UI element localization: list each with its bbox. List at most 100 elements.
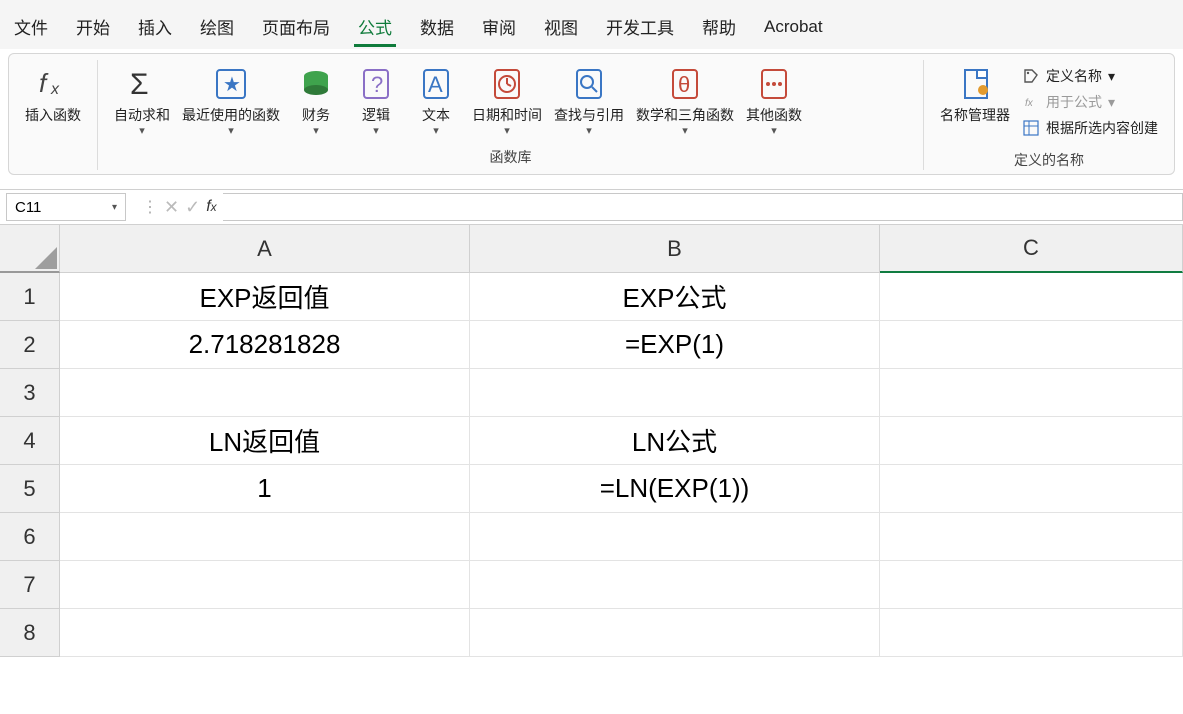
cell-C3[interactable] — [880, 369, 1183, 417]
text-icon: A — [416, 64, 456, 104]
mathtrig-button[interactable]: θ 数学和三角函数 ▾ — [630, 62, 740, 139]
cell-A7[interactable] — [60, 561, 470, 609]
menu-devtools[interactable]: 开发工具 — [592, 8, 688, 45]
chevron-down-icon: ▾ — [112, 202, 117, 213]
menu-home[interactable]: 开始 — [62, 8, 124, 45]
cell-A3[interactable] — [60, 369, 470, 417]
menu-review[interactable]: 审阅 — [468, 8, 530, 45]
text-button[interactable]: A 文本 ▾ — [406, 62, 466, 139]
autosum-label: 自动求和 — [114, 106, 170, 124]
create-from-selection-label: 根据所选内容创建 — [1046, 118, 1158, 138]
cell-B4[interactable]: LN公式 — [470, 417, 880, 465]
financial-label: 财务 — [302, 106, 330, 124]
cell-C4[interactable] — [880, 417, 1183, 465]
chevron-down-icon: ▾ — [586, 124, 592, 137]
define-name-button[interactable]: 定义名称 ▾ — [1022, 66, 1158, 86]
text-label: 文本 — [422, 106, 450, 124]
menu-insert[interactable]: 插入 — [124, 8, 186, 45]
cell-B6[interactable] — [470, 513, 880, 561]
cell-C6[interactable] — [880, 513, 1183, 561]
recent-button[interactable]: ★ 最近使用的函数 ▾ — [176, 62, 286, 139]
lookup-button[interactable]: 查找与引用 ▾ — [548, 62, 630, 139]
cell-A6[interactable] — [60, 513, 470, 561]
cell-B7[interactable] — [470, 561, 880, 609]
svg-text:f: f — [39, 68, 49, 98]
svg-text:★: ★ — [223, 74, 241, 96]
row-header[interactable]: 6 — [0, 513, 60, 561]
cell-C1[interactable] — [880, 273, 1183, 321]
cell-B8[interactable] — [470, 609, 880, 657]
grid-icon — [1022, 119, 1040, 137]
more-button[interactable]: 其他函数 ▾ — [740, 62, 808, 139]
svg-text:x: x — [50, 81, 60, 98]
ribbon-group-library: Σ 自动求和 ▾ ★ 最近使用的函数 ▾ 财务 ▾ ? 逻辑 ▾ — [98, 60, 924, 170]
cell-C8[interactable] — [880, 609, 1183, 657]
ribbon: fx 插入函数 Σ 自动求和 ▾ ★ 最近使用的函数 ▾ 财务 — [8, 53, 1175, 175]
menu-draw[interactable]: 绘图 — [186, 8, 248, 45]
ribbon-group-label-definednames: 定义的名称 — [1014, 150, 1084, 170]
chevron-down-icon: ▾ — [373, 124, 379, 137]
fx-small-icon: fx — [1022, 93, 1040, 111]
menu-view[interactable]: 视图 — [530, 8, 592, 45]
cell-B2[interactable]: =EXP(1) — [470, 321, 880, 369]
logical-button[interactable]: ? 逻辑 ▾ — [346, 62, 406, 139]
row-header[interactable]: 7 — [0, 561, 60, 609]
create-from-selection-button[interactable]: 根据所选内容创建 — [1022, 118, 1158, 138]
datetime-button[interactable]: 日期和时间 ▾ — [466, 62, 548, 139]
formula-input[interactable] — [223, 193, 1183, 221]
menu-formulas[interactable]: 公式 — [344, 8, 406, 45]
col-header-C[interactable]: C — [880, 225, 1183, 273]
cell-A2[interactable]: 2.718281828 — [60, 321, 470, 369]
cell-A4[interactable]: LN返回值 — [60, 417, 470, 465]
row-header[interactable]: 3 — [0, 369, 60, 417]
select-all-corner[interactable] — [0, 225, 60, 273]
chevron-down-icon: ▾ — [433, 124, 439, 137]
row-header[interactable]: 8 — [0, 609, 60, 657]
defined-names-list: 定义名称 ▾ fx 用于公式 ▾ 根据所选内容创建 — [1016, 62, 1164, 142]
cell-C7[interactable] — [880, 561, 1183, 609]
svg-text:fx: fx — [1025, 98, 1034, 109]
menu-acrobat[interactable]: Acrobat — [750, 11, 837, 43]
sigma-icon: Σ — [122, 64, 162, 104]
name-box[interactable]: C11 ▾ — [6, 193, 126, 221]
row-header[interactable]: 1 — [0, 273, 60, 321]
fx-icon[interactable]: fx — [206, 198, 216, 216]
chevron-down-icon: ▾ — [771, 124, 777, 137]
col-header-A[interactable]: A — [60, 225, 470, 273]
cell-C2[interactable] — [880, 321, 1183, 369]
cell-C5[interactable] — [880, 465, 1183, 513]
cell-A5[interactable]: 1 — [60, 465, 470, 513]
financial-button[interactable]: 财务 ▾ — [286, 62, 346, 139]
insert-function-button[interactable]: fx 插入函数 — [19, 62, 87, 126]
svg-text:A: A — [428, 72, 443, 97]
menu-data[interactable]: 数据 — [406, 8, 468, 45]
enter-icon[interactable]: ✓ — [185, 197, 200, 218]
row-header[interactable]: 2 — [0, 321, 60, 369]
menu-pagelayout[interactable]: 页面布局 — [248, 8, 344, 45]
svg-text:?: ? — [371, 72, 383, 97]
ribbon-library-row: Σ 自动求和 ▾ ★ 最近使用的函数 ▾ 财务 ▾ ? 逻辑 ▾ — [108, 62, 913, 139]
name-manager-button[interactable]: 名称管理器 — [934, 62, 1016, 126]
cell-B3[interactable] — [470, 369, 880, 417]
row-header[interactable]: 5 — [0, 465, 60, 513]
row-header[interactable]: 4 — [0, 417, 60, 465]
col-header-B[interactable]: B — [470, 225, 880, 273]
cancel-icon[interactable]: ✕ — [164, 197, 179, 218]
lookup-label: 查找与引用 — [554, 106, 624, 124]
name-box-value: C11 — [15, 199, 41, 216]
formula-bar-row: C11 ▾ ⋮ ✕ ✓ fx — [0, 189, 1183, 225]
cell-B5[interactable]: =LN(EXP(1)) — [470, 465, 880, 513]
ribbon-group-definednames: 名称管理器 定义名称 ▾ fx 用于公式 ▾ 根据所选内容 — [924, 60, 1174, 170]
menu-bar: 文件 开始 插入 绘图 页面布局 公式 数据 审阅 视图 开发工具 帮助 Acr… — [0, 0, 1183, 49]
cell-A1[interactable]: EXP返回值 — [60, 273, 470, 321]
chevron-down-icon: ▾ — [228, 124, 234, 137]
autosum-button[interactable]: Σ 自动求和 ▾ — [108, 62, 176, 139]
cell-B1[interactable]: EXP公式 — [470, 273, 880, 321]
menu-help[interactable]: 帮助 — [688, 8, 750, 45]
star-icon: ★ — [211, 64, 251, 104]
spreadsheet-grid[interactable]: A B C 1 EXP返回值 EXP公式 2 2.718281828 =EXP(… — [0, 225, 1183, 714]
recent-label: 最近使用的函数 — [182, 106, 280, 124]
cell-A8[interactable] — [60, 609, 470, 657]
menu-file[interactable]: 文件 — [0, 8, 62, 45]
search-icon — [569, 64, 609, 104]
